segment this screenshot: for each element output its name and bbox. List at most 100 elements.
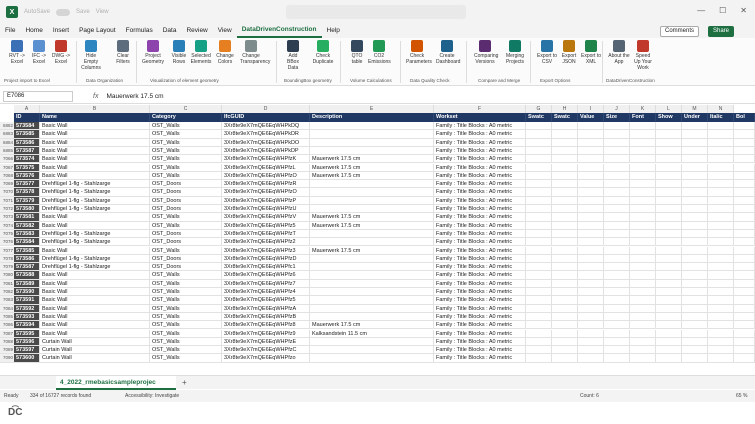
table-cell[interactable] [526,288,552,297]
table-cell[interactable] [578,221,604,230]
table-cell[interactable]: OST_Walls [150,279,222,288]
table-cell[interactable]: 3Xr8te9eX7mQE6EqWHPfz2 [222,238,310,247]
share-button[interactable]: Share [708,26,735,37]
table-cell[interactable]: OST_Walls [150,296,222,305]
table-cell[interactable]: OST_Walls [150,130,222,139]
table-cell[interactable]: Basic Wall [40,246,150,255]
column-header[interactable]: E [310,105,434,113]
table-cell[interactable]: OST_Doors [150,180,222,189]
ribbon-button[interactable]: Merging Projects [504,40,526,65]
table-cell[interactable]: Drehflügel 1-flg - Stahlzarge [40,238,150,247]
table-cell[interactable]: Mauerwerk 17.5 cm [310,213,434,222]
ribbon-button[interactable]: Check Duplicate [312,40,334,65]
table-header-cell[interactable]: Size [604,113,630,122]
table-cell[interactable]: 3Xr8te9eX7mQE6EqWHPfzB [222,312,310,322]
table-cell[interactable]: 3Xr8te9eX7mQE6EqWHPkDO [222,138,310,147]
column-header[interactable]: A [14,105,40,113]
table-cell[interactable] [578,180,604,189]
table-cell[interactable] [682,312,708,322]
table-cell[interactable] [682,288,708,297]
table-cell[interactable]: Basic Wall [40,213,150,222]
table-cell[interactable] [682,271,708,280]
table-cell[interactable] [682,180,708,189]
comments-button[interactable]: Comments [660,26,700,37]
table-cell[interactable] [630,196,656,205]
table-cell[interactable] [604,138,630,147]
table-cell[interactable] [526,321,552,330]
table-cell[interactable] [630,155,656,164]
ribbon-button[interactable]: RVT -> Excel [6,40,28,65]
table-cell[interactable]: Family : Title Blocks : A0 metric [434,354,526,363]
table-cell[interactable] [682,263,708,272]
table-cell[interactable] [310,238,434,247]
column-header[interactable]: J [604,105,630,113]
table-cell[interactable] [734,122,755,131]
table-cell[interactable] [630,312,656,322]
table-header-cell[interactable]: Under [682,113,708,122]
table-cell[interactable] [310,196,434,205]
table-cell[interactable] [604,146,630,156]
table-cell[interactable] [526,304,552,313]
table-cell[interactable] [310,354,434,363]
table-cell[interactable]: Family : Title Blocks : A0 metric [434,130,526,139]
table-cell[interactable]: Basic Wall [40,296,150,305]
table-cell[interactable] [734,163,755,172]
table-cell[interactable] [310,296,434,305]
table-cell[interactable]: 573575 [14,163,40,172]
table-cell[interactable] [604,155,630,164]
row-number[interactable]: 7084 [0,304,14,313]
table-cell[interactable] [578,196,604,205]
table-cell[interactable] [708,271,734,280]
table-cell[interactable] [656,221,682,230]
table-cell[interactable]: 573586 [14,254,40,264]
ribbon-button[interactable]: Selected Elements [190,40,212,65]
table-cell[interactable] [630,180,656,189]
table-cell[interactable] [578,138,604,147]
table-cell[interactable]: Mauerwerk 17.5 cm [310,221,434,230]
zoom-level[interactable]: 65 % [736,390,747,402]
table-cell[interactable] [552,304,578,313]
table-cell[interactable] [656,296,682,305]
table-cell[interactable]: Family : Title Blocks : A0 metric [434,196,526,205]
ribbon-button[interactable]: Hide Empty Columns [80,40,102,71]
table-cell[interactable] [656,163,682,172]
table-cell[interactable]: 573595 [14,329,40,338]
column-header[interactable]: H [552,105,578,113]
table-cell[interactable] [708,246,734,255]
table-cell[interactable]: Family : Title Blocks : A0 metric [434,180,526,189]
table-cell[interactable]: Family : Title Blocks : A0 metric [434,329,526,338]
table-cell[interactable]: OST_Doors [150,263,222,272]
table-cell[interactable]: 3Xr8te9eX7mQE6EqWHPkDR [222,130,310,139]
table-cell[interactable] [578,279,604,288]
table-cell[interactable] [552,188,578,197]
table-cell[interactable] [708,122,734,131]
table-cell[interactable] [526,122,552,131]
table-cell[interactable] [552,130,578,139]
table-cell[interactable]: Basic Wall [40,312,150,322]
table-cell[interactable]: OST_Doors [150,205,222,214]
table-cell[interactable] [734,312,755,322]
table-cell[interactable]: 573576 [14,171,40,181]
table-cell[interactable]: Family : Title Blocks : A0 metric [434,312,526,322]
table-cell[interactable] [310,279,434,288]
table-cell[interactable] [630,171,656,181]
table-cell[interactable]: Family : Title Blocks : A0 metric [434,288,526,297]
formula-input[interactable]: Mauerwerk 17.5 cm [106,93,163,100]
table-cell[interactable] [310,188,434,197]
table-cell[interactable]: Mauerwerk 17.5 cm [310,155,434,164]
table-cell[interactable] [604,346,630,355]
table-cell[interactable] [656,146,682,156]
table-cell[interactable]: 3Xr8te9eX7mQE6EqWHPfzU [222,205,310,214]
table-cell[interactable]: 3Xr8te9eX7mQE6EqWHPfz7 [222,279,310,288]
table-cell[interactable] [656,130,682,139]
table-cell[interactable] [656,171,682,181]
table-cell[interactable] [310,205,434,214]
table-cell[interactable]: 573581 [14,213,40,222]
row-number[interactable]: 7078 [0,254,14,264]
table-cell[interactable] [578,304,604,313]
table-cell[interactable]: Curtain Wall [40,337,150,347]
ribbon-button[interactable]: Add BBox Data [282,40,304,71]
table-cell[interactable] [604,279,630,288]
row-number[interactable]: 7083 [0,296,14,305]
ribbon-button[interactable]: DWG -> Excel [50,40,72,65]
